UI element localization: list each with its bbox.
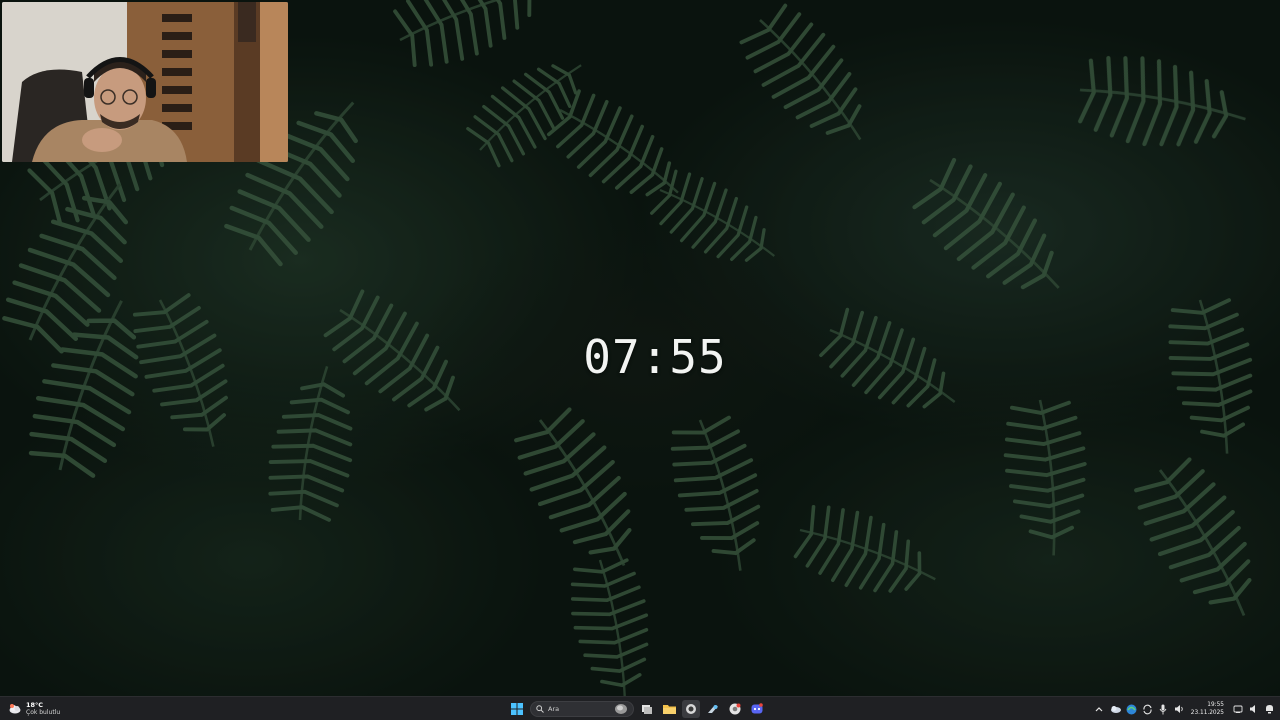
file-explorer-button[interactable] (660, 700, 678, 718)
onedrive-icon[interactable] (1109, 703, 1122, 716)
taskbar-center: Ara (508, 699, 766, 719)
record-icon (686, 704, 696, 714)
discord-icon (751, 703, 763, 714)
search-icon (536, 705, 544, 713)
cloudy-weather-icon (9, 704, 21, 714)
windows-logo-icon (511, 703, 523, 715)
folder-icon (662, 705, 676, 714)
system-tray: 19:55 23.11.2025 (1093, 699, 1276, 719)
start-button[interactable] (508, 700, 526, 718)
chrome-icon (729, 703, 741, 715)
webcam-person-image (2, 2, 288, 162)
chevron-up-icon[interactable] (1093, 703, 1106, 716)
webcam-overlay (2, 2, 288, 162)
obs-button[interactable] (682, 700, 700, 718)
weather-temperature: 18°C (26, 701, 44, 709)
sync-icon[interactable] (1141, 703, 1154, 716)
desktop-clock-widget: 07:55 (583, 330, 727, 384)
steam-button[interactable] (704, 700, 722, 718)
steam-icon (708, 705, 718, 713)
network-icon[interactable] (1231, 703, 1244, 716)
search-box[interactable]: Ara (530, 701, 634, 717)
task-view-icon (642, 705, 652, 714)
task-view-button[interactable] (638, 700, 656, 718)
taskbar-date: 23.11.2025 (1190, 710, 1224, 716)
discord-button[interactable] (748, 700, 766, 718)
search-highlight-icon (615, 704, 627, 714)
taskbar-time: 19:55 (1207, 702, 1224, 708)
weather-widget[interactable]: 18°C Çok bulutlu (8, 700, 60, 718)
clock-date[interactable]: 19:55 23.11.2025 (1191, 701, 1224, 717)
edge-icon[interactable] (1125, 703, 1138, 716)
speaker-icon[interactable] (1247, 703, 1260, 716)
notification-icon[interactable] (1263, 703, 1276, 716)
volume-icon[interactable] (1173, 703, 1186, 716)
search-placeholder: Ara (548, 705, 560, 713)
taskbar: 18°C Çok bulutlu Ara 19:55 23.11.2025 (0, 696, 1280, 720)
weather-description: Çok bulutlu (26, 709, 61, 716)
chrome-button[interactable] (726, 700, 744, 718)
microphone-icon[interactable] (1157, 703, 1170, 716)
